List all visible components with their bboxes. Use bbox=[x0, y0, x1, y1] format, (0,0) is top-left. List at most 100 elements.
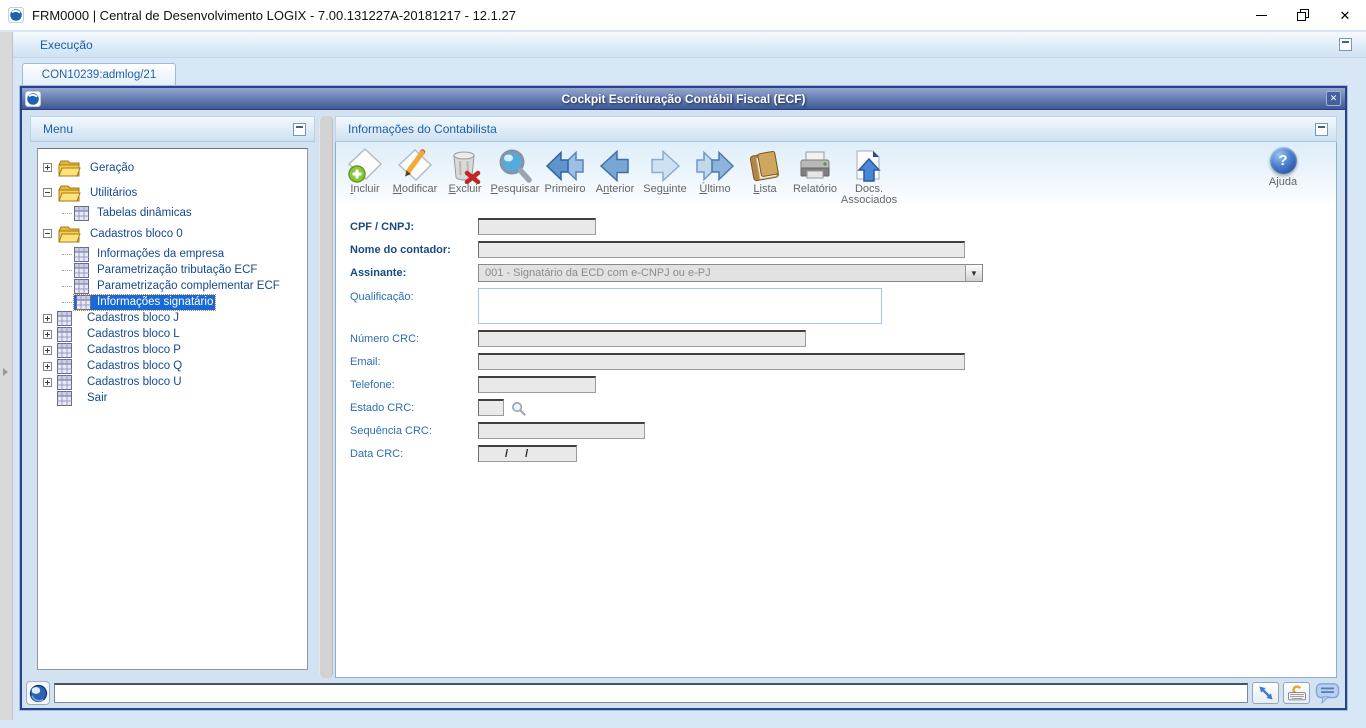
content-panel: Informações do Contabilista Incluir Modi… bbox=[335, 116, 1337, 678]
folder-icon bbox=[57, 225, 81, 243]
panel-splitter[interactable] bbox=[319, 116, 333, 678]
incluir-button[interactable]: Incluir bbox=[340, 147, 390, 195]
tree-item-label: Informações signatário bbox=[97, 296, 214, 308]
keyboard-config-button[interactable] bbox=[1283, 682, 1310, 704]
ultimo-button[interactable]: Último bbox=[690, 147, 740, 195]
expand-plus-icon[interactable] bbox=[43, 330, 52, 339]
tab-con10239[interactable]: CON10239:admlog/21 bbox=[22, 63, 176, 86]
tree-item-cadastros-bloco-0[interactable]: Cadastros bloco 0 bbox=[38, 221, 307, 246]
collapse-minus-icon[interactable] bbox=[43, 188, 52, 197]
menubar: Execução bbox=[13, 32, 1366, 58]
docs-associados-button[interactable]: Docs. Associados bbox=[840, 147, 898, 206]
tree-item-geracao[interactable]: Geração bbox=[38, 155, 307, 180]
expand-strip-arrow-icon[interactable] bbox=[3, 368, 8, 376]
printer-icon bbox=[795, 148, 835, 184]
resize-button[interactable] bbox=[1252, 682, 1279, 704]
add-icon bbox=[345, 148, 385, 184]
telefone-label: Telefone: bbox=[350, 379, 395, 391]
menu-panel-title: Menu bbox=[43, 122, 74, 136]
tree-item-label: Cadastros bloco U bbox=[87, 376, 182, 388]
expand-plus-icon[interactable] bbox=[43, 362, 52, 371]
chat-button[interactable] bbox=[1314, 681, 1341, 705]
nome-contador-input[interactable] bbox=[478, 241, 965, 258]
email-label: Email: bbox=[350, 356, 381, 368]
tree-item-cadastros-bloco-j[interactable]: Cadastros bloco J bbox=[38, 310, 307, 326]
trash-icon bbox=[445, 148, 485, 184]
window-title: Cockpit Escrituração Contábil Fiscal (EC… bbox=[561, 91, 806, 106]
totvs-logo-icon bbox=[8, 7, 24, 23]
ajuda-button[interactable]: ? Ajuda bbox=[1258, 147, 1308, 188]
content-panel-collapse-icon[interactable] bbox=[1315, 122, 1328, 136]
tree-item-cadastros-bloco-q[interactable]: Cadastros bloco Q bbox=[38, 358, 307, 374]
cpf-cnpj-input[interactable] bbox=[478, 218, 596, 235]
os-titlebar: FRM0000 | Central de Desenvolvimento LOG… bbox=[0, 0, 1366, 30]
expand-plus-icon[interactable] bbox=[43, 163, 52, 172]
lookup-magnifier-icon[interactable] bbox=[511, 401, 526, 416]
tree-item-parametrizacao-complementar-ecf[interactable]: Parametrização complementar ECF bbox=[38, 278, 307, 294]
anterior-button[interactable]: Anterior bbox=[590, 147, 640, 195]
tree-item-label: Informações da empresa bbox=[97, 248, 225, 260]
estado-crc-input[interactable] bbox=[478, 399, 504, 416]
modificar-button[interactable]: Modificar bbox=[390, 147, 440, 195]
chat-bubble-icon bbox=[1315, 682, 1340, 704]
window-titlebar[interactable]: Cockpit Escrituração Contábil Fiscal (EC… bbox=[22, 88, 1345, 110]
cpf-cnpj-label: CPF / CNPJ: bbox=[350, 221, 415, 233]
table-icon bbox=[57, 343, 72, 358]
email-input[interactable] bbox=[478, 353, 965, 370]
telefone-input[interactable] bbox=[478, 376, 596, 393]
tree-item-tabelas-dinamicas[interactable]: Tabelas dinâmicas bbox=[38, 205, 307, 221]
sequencia-crc-input[interactable] bbox=[478, 422, 645, 439]
selected-tree-item[interactable]: Informações signatário bbox=[72, 293, 217, 311]
qualificacao-textarea[interactable] bbox=[478, 288, 882, 324]
lista-button[interactable]: Lista bbox=[740, 147, 790, 195]
table-icon bbox=[74, 279, 89, 294]
data-crc-input[interactable] bbox=[478, 445, 577, 462]
menu-panel-collapse-icon[interactable] bbox=[293, 122, 306, 136]
tree-item-cadastros-bloco-p[interactable]: Cadastros bloco P bbox=[38, 342, 307, 358]
pesquisar-button[interactable]: Pesquisar bbox=[490, 147, 540, 195]
menubar-minimize-icon[interactable] bbox=[1339, 38, 1352, 51]
tree-item-label: Cadastros bloco P bbox=[87, 344, 181, 356]
expand-plus-icon[interactable] bbox=[43, 314, 52, 323]
numero-crc-input[interactable] bbox=[478, 330, 806, 347]
tree-item-utilitarios[interactable]: Utilitários bbox=[38, 180, 307, 205]
menu-execucao[interactable]: Execução bbox=[40, 38, 93, 52]
window-close-icon[interactable]: ✕ bbox=[1326, 91, 1341, 106]
tree-item-parametrizacao-tributacao-ecf[interactable]: Parametrização tributação ECF bbox=[38, 262, 307, 278]
primeiro-button[interactable]: Primeiro bbox=[540, 147, 590, 195]
status-message-field[interactable] bbox=[54, 683, 1248, 703]
previous-arrow-icon bbox=[595, 148, 635, 184]
help-icon: ? bbox=[1269, 147, 1297, 174]
excluir-button[interactable]: Excluir bbox=[440, 147, 490, 195]
tree-item-informacoes-da-empresa[interactable]: Informações da empresa bbox=[38, 246, 307, 262]
seguinte-button[interactable]: Seguinte bbox=[640, 147, 690, 195]
globe-icon bbox=[29, 684, 48, 703]
tree-item-label: Sair bbox=[87, 392, 108, 404]
tree-item-informacoes-signatario[interactable]: Informações signatário bbox=[38, 293, 307, 311]
collapse-minus-icon[interactable] bbox=[43, 229, 52, 238]
assinante-select[interactable]: 001 - Signatário da ECD com e-CNPJ ou e-… bbox=[478, 264, 983, 282]
restore-icon[interactable] bbox=[1282, 0, 1324, 30]
tree-item-cadastros-bloco-l[interactable]: Cadastros bloco L bbox=[38, 326, 307, 342]
minimize-icon[interactable] bbox=[1240, 0, 1282, 30]
close-icon[interactable]: ✕ bbox=[1324, 0, 1366, 30]
collapsed-side-strip[interactable] bbox=[0, 32, 13, 720]
tree-item-sair[interactable]: Sair bbox=[38, 390, 307, 406]
table-icon bbox=[57, 391, 72, 406]
tree-item-cadastros-bloco-u[interactable]: Cadastros bloco U bbox=[38, 374, 307, 390]
numero-crc-label: Número CRC: bbox=[350, 333, 420, 345]
chevron-down-icon[interactable]: ▼ bbox=[965, 265, 982, 281]
relatorio-button[interactable]: Relatório bbox=[790, 147, 840, 195]
docs-upload-icon bbox=[849, 148, 889, 184]
content-panel-title: Informações do Contabilista bbox=[348, 122, 497, 136]
first-arrow-icon bbox=[545, 148, 585, 184]
tree-item-label: Cadastros bloco Q bbox=[87, 360, 183, 372]
tree-item-label: Parametrização complementar ECF bbox=[97, 280, 280, 292]
expand-plus-icon[interactable] bbox=[43, 346, 52, 355]
book-icon bbox=[745, 148, 785, 184]
expand-plus-icon[interactable] bbox=[43, 378, 52, 387]
globe-button[interactable] bbox=[26, 681, 50, 705]
estado-crc-label: Estado CRC: bbox=[350, 402, 415, 414]
last-arrow-icon bbox=[695, 148, 735, 184]
toolbar: Incluir Modificar Excluir Pesquisar Prim… bbox=[336, 142, 1336, 206]
